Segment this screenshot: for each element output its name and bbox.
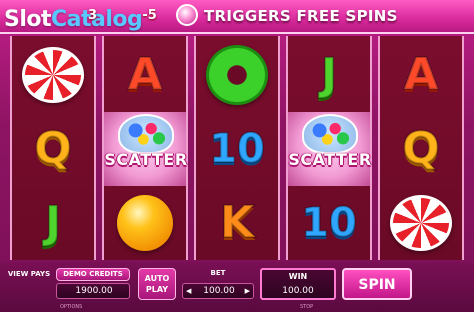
rule-range: -5 [142,8,157,23]
reel-cell [104,186,186,260]
symbol-j: J [320,49,338,100]
options-link[interactable]: OPTIONS [60,304,82,310]
symbol-a: A [127,49,163,100]
win-value: 100.00 [282,286,314,296]
symbol-q: Q [33,123,72,174]
symbol-j: J [44,197,62,248]
reel-cell: Q [380,112,462,186]
symbol-10: 10 [300,200,358,246]
reel-2: A SCATTER [102,36,188,260]
game-stage: SlotCatalog 3 -5 TRIGGERS FREE SPINS QJA… [0,0,474,312]
top-banner: SlotCatalog 3 -5 TRIGGERS FREE SPINS [0,0,474,34]
view-pays-button[interactable]: VIEW PAYS [6,268,52,282]
scatter-symbol: SCATTER [104,112,187,186]
reel-cell: Q [12,112,94,186]
reel-cell: 10 [196,112,278,186]
reel-cell [196,38,278,112]
stop-link[interactable]: STOP [300,304,313,310]
reel-cell: SCATTER [288,112,371,186]
symbol-k: K [219,197,255,248]
bet-increase-icon[interactable]: ▶ [245,287,250,295]
symbol-a: A [403,49,439,100]
reel-cell: 10 [288,186,370,260]
reel-cell: A [104,38,186,112]
spin-button[interactable]: SPIN [342,268,412,300]
rule-count-text: 3 -5 [88,8,157,23]
orange-drop-candy-icon [117,195,173,251]
peppermint-candy-icon [22,47,84,103]
peppermint-candy-icon [390,195,452,251]
demo-credits-display: 1900.00 [56,283,130,299]
symbol-10: 10 [208,126,266,172]
gumball-machine-icon [118,114,174,154]
rule-prefix: 3 [88,8,98,23]
win-label: WIN [288,272,308,281]
demo-credits-value: 1900.00 [75,286,113,296]
bet-header: BET [182,268,254,281]
reel-cell: SCATTER [104,112,187,186]
scatter-symbol: SCATTER [288,112,371,186]
auto-play-button[interactable]: AUTO PLAY [138,268,176,300]
bet-decrease-icon[interactable]: ◀ [186,287,191,295]
scatter-label: SCATTER [104,150,188,169]
reel-4: J SCATTER 10 [286,36,372,260]
view-pays-label: VIEW PAYS [7,270,51,278]
reel-cell [12,38,94,112]
reel-cell: J [288,38,370,112]
bet-value: 100.00 [203,286,235,296]
auto-play-line-1: AUTO [144,274,170,283]
reel-5: AQ [378,36,464,260]
control-bar: VIEW PAYS DEMO CREDITS 1900.00 AUTO PLAY… [0,262,474,312]
bet-label: BET [210,269,226,277]
reel-cell [380,186,462,260]
free-spins-rule-text: TRIGGERS FREE SPINS [204,7,398,25]
demo-credits-header: DEMO CREDITS [56,268,130,281]
reel-3: 10 K [194,36,280,260]
auto-play-line-2: PLAY [145,285,169,294]
reel-area: Q J A SCATTER 10 K J SCATTER 10 A Q [10,36,464,260]
spin-label: SPIN [358,277,396,293]
demo-credits-label: DEMO CREDITS [63,270,123,278]
gumball-machine-icon [302,114,358,154]
green-ring-candy-icon [206,45,268,105]
reel-cell: J [12,186,94,260]
reel-cell: K [196,186,278,260]
scatter-coin-icon [176,4,198,26]
win-panel: WIN 100.00 [260,268,336,300]
symbol-q: Q [401,123,440,174]
logo-part-1: Slot [4,7,52,32]
bet-display: ◀ 100.00 ▶ [182,283,254,299]
scatter-label: SCATTER [288,150,372,169]
reel-cell: A [380,38,462,112]
reel-1: QJ [10,36,96,260]
